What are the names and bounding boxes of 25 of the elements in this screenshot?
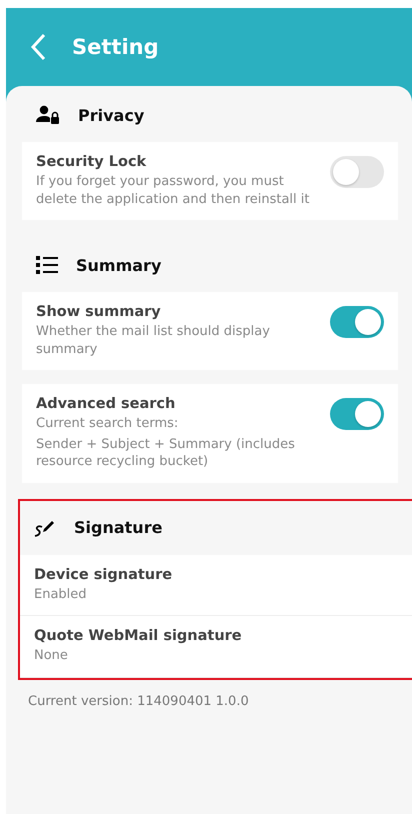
row-description: None — [34, 647, 69, 665]
toggle-switch[interactable] — [330, 306, 384, 338]
toggle-switch[interactable] — [330, 398, 384, 430]
row-description: Enabled — [34, 586, 88, 604]
row-description: Sender + Subject + Summary (includes resource recycling bucket) — [36, 436, 296, 471]
user-lock-icon — [36, 105, 60, 125]
section-title: Summary — [76, 256, 162, 275]
row-title: Quote WebMail signature — [34, 628, 243, 644]
section-title: Privacy — [78, 106, 144, 124]
back-icon — [30, 33, 46, 61]
section-title: Signature — [74, 518, 162, 538]
row-title: Device signature — [34, 566, 174, 583]
version-text: Current version: 114090401 1.0.0 — [27, 692, 250, 709]
row-title: Show summary — [36, 304, 162, 320]
row-title: Security Lock — [36, 154, 148, 170]
page-title: Setting — [72, 35, 159, 59]
row-description: Current search terms: — [36, 415, 180, 433]
toggle-switch[interactable] — [330, 156, 384, 188]
row-description: If you forget your password, you must delete the application and then reinstall it — [36, 173, 311, 208]
row-title: Advanced search — [36, 396, 176, 412]
list-icon — [36, 256, 58, 274]
back-button[interactable] — [30, 33, 46, 61]
row-description: Whether the mail list should display summary — [36, 323, 271, 358]
settings-row[interactable]: Quote WebMail signature None — [20, 616, 412, 678]
settings-row[interactable]: Device signature Enabled — [20, 554, 412, 616]
